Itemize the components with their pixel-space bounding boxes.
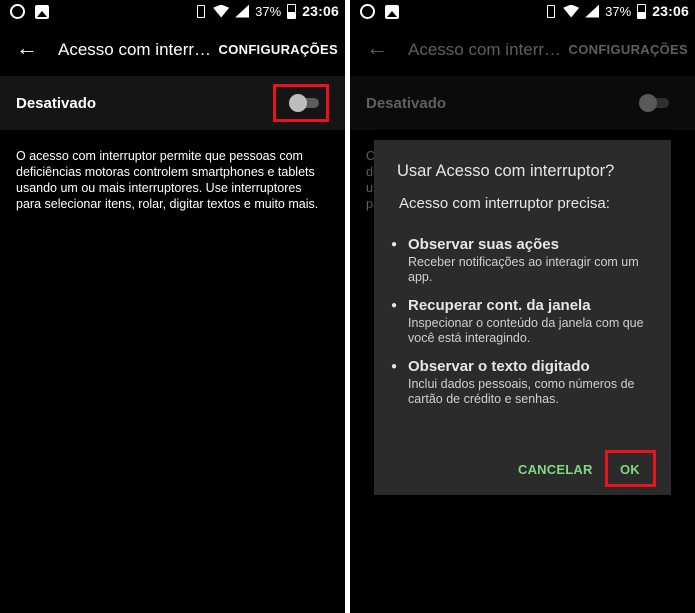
status-bar: 37% 23:06 [350,0,695,24]
cancel-button[interactable]: CANCELAR [518,462,593,477]
signal-icon [585,4,600,18]
signal-icon [235,4,250,18]
settings-button: CONFIGURAÇÕES [568,42,688,57]
permission-title: Recuperar cont. da janela [408,297,591,314]
bullet-icon: ● [391,239,398,250]
permission-description: Inclui dados pessoais, como números de c… [408,377,635,406]
permission-description: Receber notificações ao interagir com um… [408,255,639,284]
dialog-subtitle: Acesso com interruptor precisa: [399,195,610,212]
switch-label: Desativado [366,95,447,112]
switch-label: Desativado [16,95,97,112]
clock: 23:06 [652,3,689,19]
wifi-icon [213,4,230,18]
battery-percent: 37% [255,3,282,19]
page-title: Acesso com interr… [408,40,562,59]
ok-highlight-box [605,450,656,487]
back-arrow-icon[interactable]: ← [16,36,40,60]
battery-percent: 37% [605,3,632,19]
page-title: Acesso com interr… [58,40,212,59]
permission-title: Observar o texto digitado [408,358,590,375]
status-bar: 37% 23:06 [0,0,345,24]
app-bar: ← Acesso com interr… CONFIGURAÇÕES [350,24,695,76]
wifi-icon [563,4,580,18]
back-arrow-icon: ← [366,35,388,60]
permission-item: ● Recuperar cont. da janela Inspecionar … [391,297,648,346]
right-screen: 37% 23:06 ← Acesso com interr… CONFIGURA… [350,0,695,613]
permission-item: ● Observar o texto digitado Inclui dados… [391,358,648,407]
bullet-icon: ● [391,361,398,372]
permission-dialog: Usar Acesso com interruptor? Acesso com … [374,140,671,495]
battery-icon [287,3,297,19]
permission-description: Inspecionar o conteúdo da janela com que… [408,316,644,345]
settings-button[interactable]: CONFIGURAÇÕES [219,42,338,57]
battery-icon [637,3,647,19]
circle-icon [360,4,375,19]
switch-row: Desativado [350,76,695,130]
app-bar: ← Acesso com interr… CONFIGURAÇÕES [0,24,345,76]
vibrate-icon [193,4,207,18]
permission-title: Observar suas ações [408,236,559,253]
image-icon [35,4,49,19]
circle-icon [10,4,25,19]
permission-item: ● Observar suas ações Receber notificaçõ… [391,236,648,285]
dialog-title: Usar Acesso com interruptor? [397,162,615,180]
bullet-icon: ● [391,300,398,311]
vibrate-icon [543,4,557,18]
clock: 23:06 [302,3,339,19]
image-icon [385,4,399,19]
description-text: O acesso com interruptor permite que pes… [16,149,319,211]
access-toggle [639,94,669,112]
toggle-highlight-box [273,84,329,122]
left-screen: 37% 23:06 ← Acesso com interr… CONFIGURA… [0,0,345,613]
